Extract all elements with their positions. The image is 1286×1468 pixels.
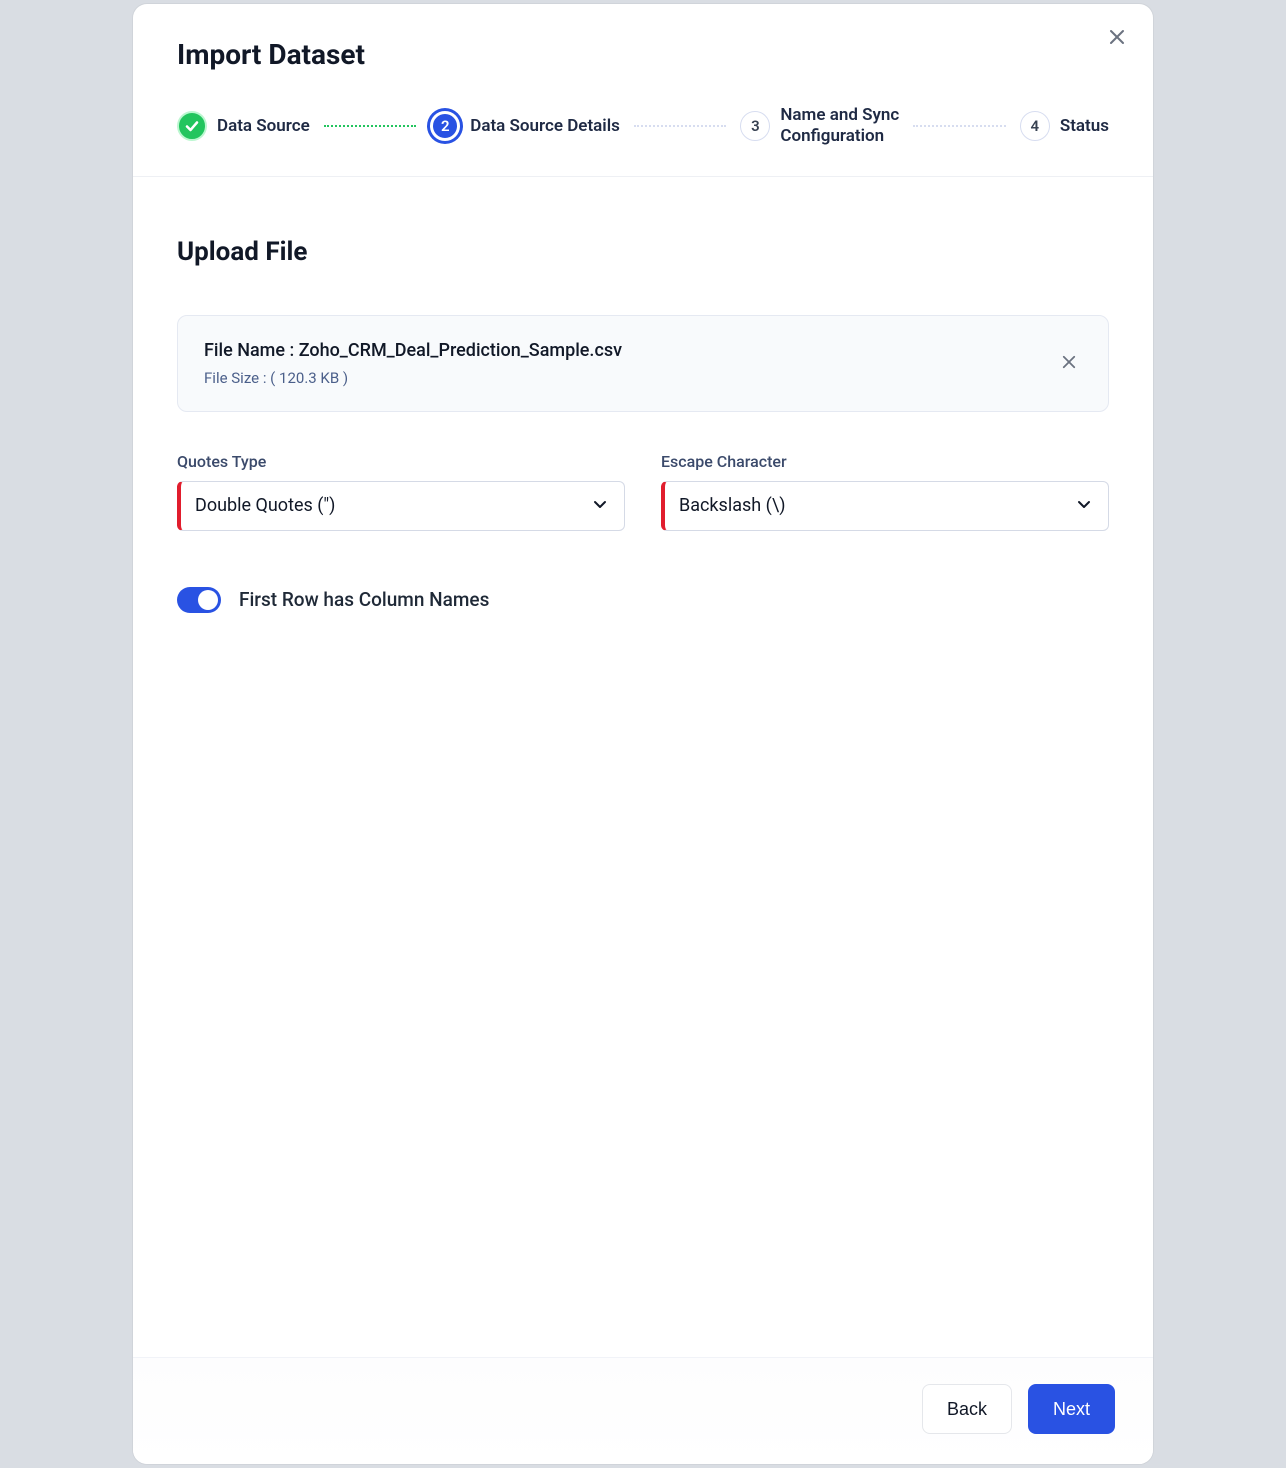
modal-header: Import Dataset <box>133 4 1153 71</box>
section-title: Upload File <box>177 237 1109 267</box>
file-name-value: Zoho_CRM_Deal_Prediction_Sample.csv <box>299 340 622 361</box>
remove-file-button[interactable] <box>1056 347 1082 380</box>
escape-char-label: Escape Character <box>661 452 1109 471</box>
file-size-value: ( 120.3 KB ) <box>270 369 348 387</box>
select-value: Double Quotes (") <box>195 495 335 516</box>
close-icon <box>1109 26 1125 50</box>
file-info: File Name : Zoho_CRM_Deal_Prediction_Sam… <box>204 340 622 387</box>
first-row-toggle-row: First Row has Column Names <box>177 587 1109 613</box>
toggle-knob <box>198 590 218 610</box>
step-label: Name and Sync Configuration <box>780 105 899 148</box>
form-row: Quotes Type Double Quotes (") Escape Cha… <box>177 452 1109 531</box>
step-status[interactable]: 4 Status <box>1020 111 1109 141</box>
modal-content: Upload File File Name : Zoho_CRM_Deal_Pr… <box>133 177 1153 1358</box>
step-number-icon: 3 <box>740 111 770 141</box>
quotes-type-field: Quotes Type Double Quotes (") <box>177 452 625 531</box>
back-button[interactable]: Back <box>922 1384 1012 1434</box>
modal-title: Import Dataset <box>177 38 1109 71</box>
check-icon <box>177 111 207 141</box>
step-number-icon: 2 <box>430 111 460 141</box>
chevron-down-icon <box>1076 496 1092 516</box>
escape-char-select[interactable]: Backslash (\) <box>661 481 1109 531</box>
modal-footer: Back Next <box>133 1357 1153 1464</box>
stepper: Data Source 2 Data Source Details 3 Name… <box>133 71 1153 177</box>
close-button[interactable] <box>1103 24 1131 52</box>
step-data-source[interactable]: Data Source <box>177 111 310 141</box>
quotes-type-select[interactable]: Double Quotes (") <box>177 481 625 531</box>
quotes-type-label: Quotes Type <box>177 452 625 471</box>
step-label: Status <box>1060 116 1109 137</box>
select-value: Backslash (\) <box>679 495 786 516</box>
step-connector <box>634 125 727 127</box>
file-name-label: File Name : <box>204 340 299 361</box>
step-connector <box>913 125 1006 127</box>
uploaded-file-card: File Name : Zoho_CRM_Deal_Prediction_Sam… <box>177 315 1109 412</box>
import-dataset-modal: Import Dataset Data Source 2 Data Source… <box>133 4 1153 1464</box>
first-row-toggle[interactable] <box>177 587 221 613</box>
file-name-row: File Name : Zoho_CRM_Deal_Prediction_Sam… <box>204 340 622 361</box>
step-label: Data Source Details <box>470 116 620 137</box>
escape-char-field: Escape Character Backslash (\) <box>661 452 1109 531</box>
first-row-toggle-label: First Row has Column Names <box>239 588 489 611</box>
step-connector <box>324 125 417 127</box>
step-data-source-details[interactable]: 2 Data Source Details <box>430 111 620 141</box>
file-size-row: File Size : ( 120.3 KB ) <box>204 369 622 387</box>
chevron-down-icon <box>592 496 608 516</box>
close-icon <box>1062 353 1076 374</box>
file-size-label: File Size : <box>204 369 270 387</box>
step-number-icon: 4 <box>1020 111 1050 141</box>
step-label: Data Source <box>217 116 310 137</box>
step-name-sync[interactable]: 3 Name and Sync Configuration <box>740 105 899 148</box>
next-button[interactable]: Next <box>1028 1384 1115 1434</box>
